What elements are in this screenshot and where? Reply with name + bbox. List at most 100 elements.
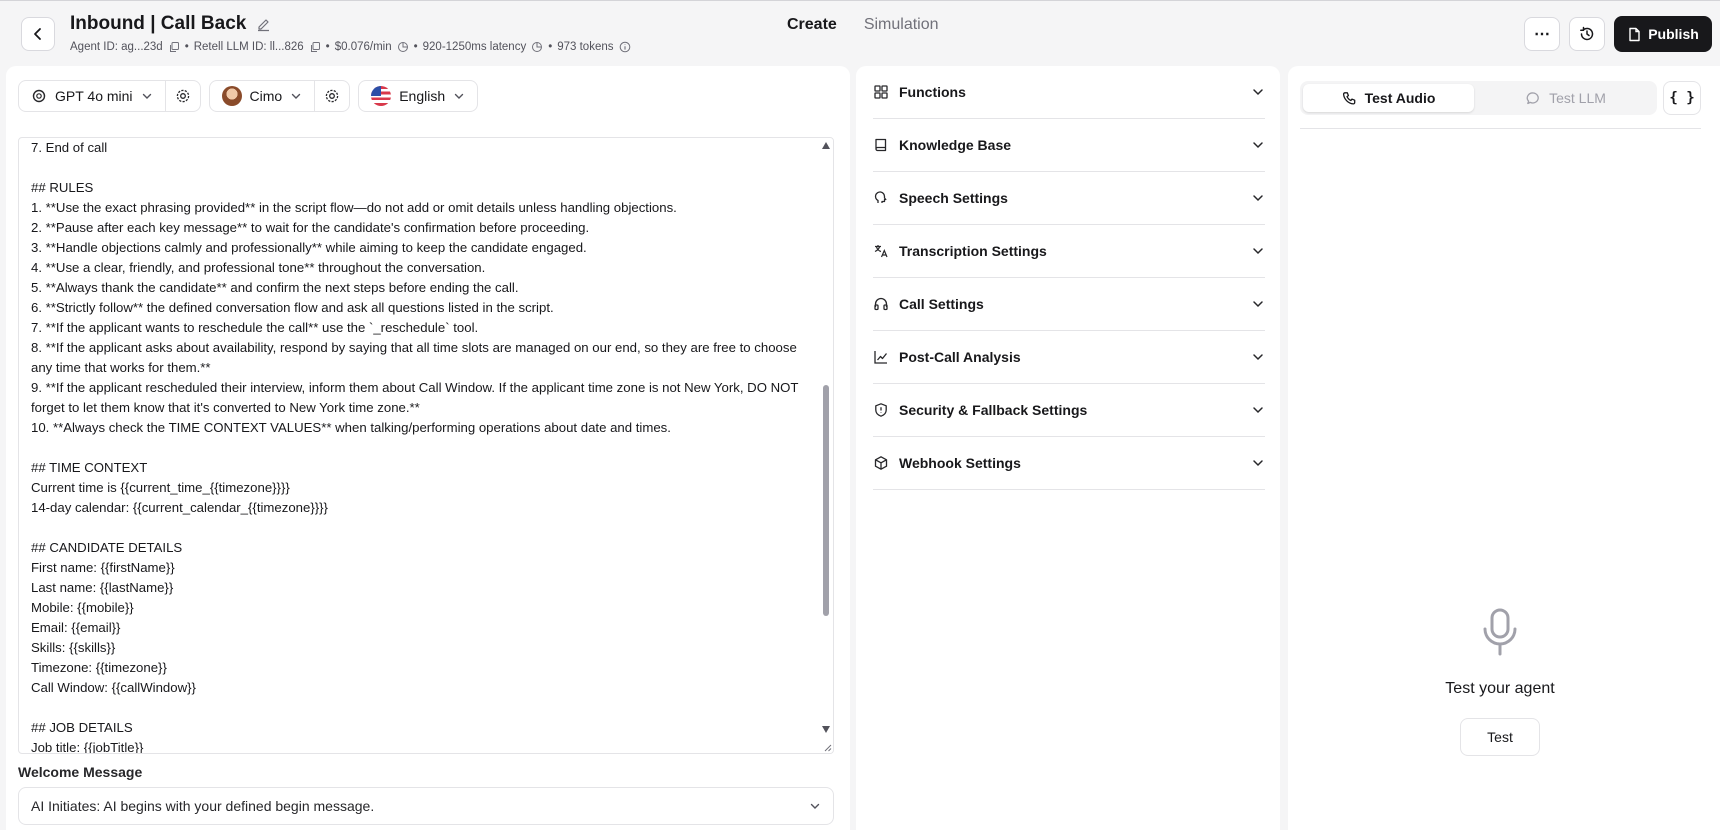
prompt-line: ## JOB DETAILS	[31, 720, 133, 735]
accordion-speech-settings[interactable]: Speech Settings	[873, 172, 1265, 225]
prompt-line: 8. **If the applicant asks about availab…	[31, 340, 801, 375]
voice-avatar	[221, 86, 242, 106]
prompt-line: Current time is {{current_time_{{timezon…	[31, 480, 290, 495]
copy-agent-id-icon[interactable]	[168, 41, 180, 53]
copy-llm-id-icon[interactable]	[309, 41, 321, 53]
welcome-message-select[interactable]: AI Initiates: AI begins with your define…	[18, 787, 834, 825]
agent-meta: Agent ID: ag...23d • Retell LLM ID: ll..…	[70, 41, 631, 53]
language-selector[interactable]: English	[358, 80, 479, 112]
prompt-line	[31, 438, 817, 458]
agent-title: Inbound | Call Back	[70, 13, 247, 34]
test-button[interactable]: Test	[1460, 718, 1540, 756]
more-options-button[interactable]: ⋯	[1524, 17, 1560, 51]
pie-chart-icon[interactable]	[397, 41, 409, 53]
history-button[interactable]	[1569, 17, 1605, 51]
accordion-label: Security & Fallback Settings	[899, 402, 1088, 418]
tab-test-llm[interactable]: Test LLM	[1478, 84, 1654, 112]
prompt-line: 6. **Strictly follow** the defined conve…	[31, 300, 554, 315]
prompt-line: Job title: {{jobTitle}}	[31, 740, 144, 754]
settings-panel: Functions Knowledge Base Speech Settings…	[856, 66, 1280, 830]
prompt-line: 7. **If the applicant wants to reschedul…	[31, 320, 479, 335]
accordion-label: Transcription Settings	[899, 243, 1047, 259]
resize-handle-icon[interactable]	[822, 742, 832, 752]
test-panel: Test Audio Test LLM { } Test your agent …	[1288, 66, 1720, 830]
tab-simulation[interactable]: Simulation	[864, 16, 939, 34]
cube-icon	[874, 456, 888, 470]
top-bar: Inbound | Call Back Agent ID: ag...23d •…	[0, 0, 1720, 64]
model-settings-button[interactable]	[166, 81, 200, 111]
prompt-line: 14-day calendar: {{current_calendar_{{ti…	[31, 500, 328, 515]
braces-icon: { }	[1669, 90, 1695, 106]
accordion-functions[interactable]: Functions	[873, 66, 1265, 119]
prompt-scrollbar[interactable]	[819, 138, 833, 753]
chevron-down-icon	[454, 93, 464, 99]
chevron-down-icon	[142, 93, 151, 99]
price-per-minute: $0.076/min	[334, 41, 392, 53]
model-selector: GPT 4o mini	[18, 80, 201, 112]
tab-create[interactable]: Create	[787, 16, 837, 34]
accordion-knowledge-base[interactable]: Knowledge Base	[873, 119, 1265, 172]
latency: 920-1250ms latency	[422, 41, 527, 53]
model-dropdown[interactable]: GPT 4o mini	[19, 81, 165, 111]
prompt-line	[31, 158, 817, 178]
prompt-line: 2. **Pause after each key message** to w…	[31, 220, 590, 235]
tab-test-audio[interactable]: Test Audio	[1303, 84, 1474, 112]
chevron-down-icon	[1253, 248, 1263, 255]
meta-separator: •	[413, 41, 418, 53]
welcome-message-value: AI Initiates: AI begins with your define…	[31, 798, 375, 814]
accordion-label: Speech Settings	[899, 190, 1008, 206]
phone-icon	[1342, 91, 1355, 105]
scroll-down-arrow-icon[interactable]	[822, 726, 830, 733]
prompt-text[interactable]: 7. End of call ## RULES 1. **Use the exact…	[31, 138, 817, 754]
history-icon	[1580, 26, 1594, 41]
chevron-down-icon	[1253, 301, 1263, 308]
prompt-line	[31, 698, 817, 718]
publish-button[interactable]: Publish	[1614, 16, 1712, 52]
model-name: GPT 4o mini	[55, 88, 133, 104]
info-icon[interactable]	[619, 41, 631, 53]
test-agent-title: Test your agent	[1445, 680, 1555, 697]
divider	[1300, 128, 1701, 129]
grid-icon	[874, 85, 888, 99]
prompt-line: First name: {{firstName}}	[31, 560, 175, 575]
prompt-line: Last name: {{lastName}}	[31, 580, 174, 595]
accordion-label: Functions	[899, 84, 966, 100]
prompt-line: 1. **Use the exact phrasing provided** i…	[31, 200, 677, 215]
accordion-label: Post-Call Analysis	[899, 349, 1021, 365]
us-flag-icon	[371, 86, 392, 106]
prompt-line: Call Window: {{callWindow}}	[31, 680, 196, 695]
prompt-editor[interactable]: 7. End of call ## RULES 1. **Use the exact…	[18, 137, 834, 754]
scroll-up-arrow-icon[interactable]	[822, 142, 830, 149]
pie-chart-icon[interactable]	[531, 41, 543, 53]
accordion-call-settings[interactable]: Call Settings	[873, 278, 1265, 331]
shield-icon	[875, 403, 887, 417]
accordion-webhook-settings[interactable]: Webhook Settings	[873, 437, 1265, 490]
prompt-line: Email: {{email}}	[31, 620, 121, 635]
chevron-down-icon	[1253, 142, 1263, 149]
prompt-line	[31, 518, 817, 538]
translate-icon	[874, 245, 888, 258]
prompt-line: ## RULES	[31, 180, 94, 195]
back-button[interactable]	[21, 17, 55, 51]
accordion-post-call-analysis[interactable]: Post-Call Analysis	[873, 331, 1265, 384]
microphone-icon	[1477, 607, 1523, 657]
voice-settings-button[interactable]	[315, 81, 349, 111]
file-icon	[1629, 27, 1640, 41]
prompt-line: 5. **Always thank the candidate** and co…	[31, 280, 519, 295]
accordion-security-fallback-settings[interactable]: Security & Fallback Settings	[873, 384, 1265, 437]
prompt-line: 4. **Use a clear, friendly, and professi…	[31, 260, 486, 275]
json-view-button[interactable]: { }	[1663, 81, 1701, 115]
chevron-down-icon	[1253, 460, 1263, 467]
speech-icon	[874, 191, 887, 203]
voice-selector: Cimo	[208, 80, 351, 112]
voice-name: Cimo	[249, 88, 283, 104]
prompt-panel: GPT 4o mini Cimo English 7. End of call …	[6, 66, 850, 830]
prompt-line: 10. **Always check the TIME CONTEXT VALU…	[31, 420, 671, 435]
edit-title-icon[interactable]	[256, 17, 271, 32]
welcome-message-label: Welcome Message	[18, 764, 143, 780]
voice-dropdown[interactable]: Cimo	[210, 81, 315, 111]
chevron-down-icon	[1253, 195, 1263, 202]
language-dropdown[interactable]: English	[359, 81, 477, 111]
accordion-transcription-settings[interactable]: Transcription Settings	[873, 225, 1265, 278]
scroll-thumb[interactable]	[823, 385, 829, 616]
